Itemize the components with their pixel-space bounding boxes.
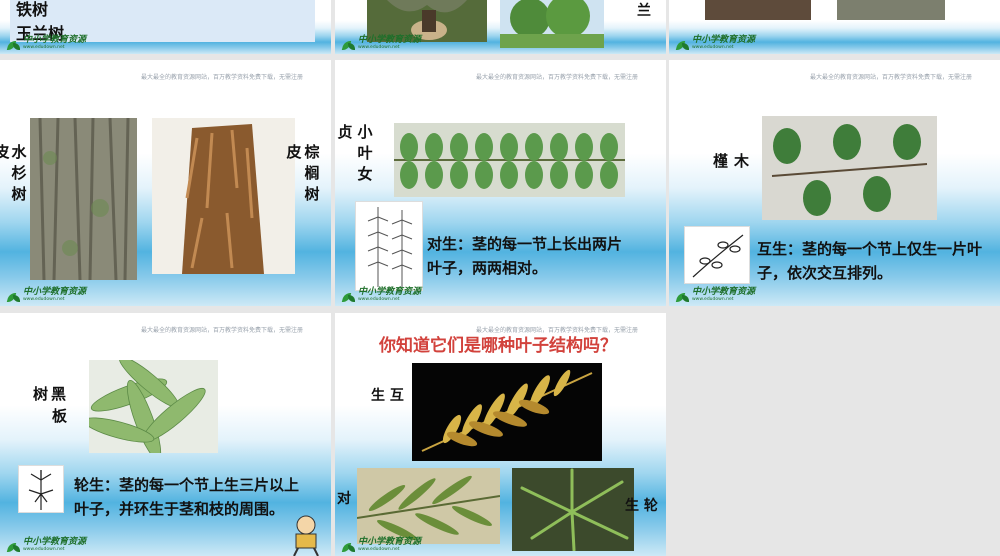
- partial-label-left: 贞: [337, 123, 353, 141]
- slide-8[interactable]: 最大最全的教育资源网站，百万教学资料免费下载，无需注册 你知道它们是哪种叶子结构…: [335, 313, 666, 556]
- metasequoia-bark-illustration: [30, 118, 137, 280]
- cartoon-boy-icon: [293, 515, 319, 556]
- alternate-branch-sketch-icon: [692, 234, 744, 278]
- fern-frond-illustration: [412, 363, 602, 461]
- site-tagline: 最大最全的教育资源网站，百万教学资料免费下载，无需注册: [140, 74, 303, 81]
- site-tagline: 最大最全的教育资源网站，百万教学资料免费下载，无需注册: [475, 74, 638, 81]
- leaf-logo-icon: [677, 291, 689, 302]
- whorled-leaves-illustration: [89, 360, 218, 453]
- metasequoia-label: 水杉树: [11, 143, 27, 203]
- palm-trunk-photo: [152, 118, 295, 274]
- whorled-plant-photo: [512, 468, 634, 551]
- leaf-logo-icon: [343, 291, 355, 302]
- leaf-logo-icon: [343, 541, 355, 552]
- blackboard-tree-label-a: 树黑: [33, 385, 70, 403]
- whorled-branch-sketch-icon: [28, 470, 54, 510]
- metasequoia-bark-photo: [30, 118, 137, 280]
- site-logo: 中小学教育资源 www.edudown.net: [8, 287, 86, 302]
- tree-list-item-1: 铁树: [16, 0, 49, 19]
- fern-leaf-photo: [412, 363, 602, 461]
- alternate-leaves-illustration: [762, 116, 937, 220]
- opposite-caption: 对生：茎的每一节上长出两片叶子，两两相对。: [427, 235, 623, 277]
- site-logo: 中小学教育资源 www.edudown.net: [343, 537, 421, 552]
- site-logo: 中小学教育资源 www.edudown.net: [8, 35, 86, 50]
- site-logo: 中小学教育资源 www.edudown.net: [8, 537, 86, 552]
- site-logo: 中小学教育资源 www.edudown.net: [343, 287, 421, 302]
- palm-trunk-illustration: [152, 118, 295, 274]
- alternate-caption: 互生：茎的每一个节上仅生一片叶子，依次交互排列。: [757, 240, 983, 282]
- site-logo: 中小学教育资源 www.edudown.net: [677, 35, 755, 50]
- partial-label: 兰: [637, 3, 651, 19]
- bark-photo-a: [705, 0, 811, 20]
- slide-5[interactable]: 最大最全的教育资源网站，百万教学资料免费下载，无需注册 贞 小叶女 对生：茎的每…: [335, 60, 666, 306]
- hibiscus-label: 槿木: [713, 152, 756, 170]
- leaf-logo-icon: [677, 39, 689, 50]
- fern-sketch-icon: [367, 207, 413, 287]
- site-tagline: 最大最全的教育资源网站，百万教学资料免费下载，无需注册: [809, 74, 972, 81]
- hibiscus-leaves-photo: [762, 116, 937, 220]
- site-logo: 中小学教育资源 www.edudown.net: [677, 287, 755, 302]
- bamboo-leaf-photo: [357, 468, 500, 544]
- cartoon-student-illustration: [284, 513, 328, 556]
- slide-1[interactable]: 铁树 玉兰树 中小学教育资源 www.edudown.net: [0, 0, 331, 54]
- alternate-leaf-sketch: [684, 226, 750, 284]
- slide-6[interactable]: 最大最全的教育资源网站，百万教学资料免费下载，无需注册 槿木 互生：茎的每一个节…: [669, 60, 1000, 306]
- partial-label-left: 皮: [0, 143, 10, 161]
- opposite-leaf-sketch: [355, 201, 423, 291]
- magnolia-tree-photo: [500, 0, 604, 48]
- slide-2[interactable]: 兰 中小学教育资源 www.edudown.net: [335, 0, 666, 54]
- whorled-plant-illustration: [512, 468, 634, 551]
- slide-7[interactable]: 最大最全的教育资源网站，百万教学资料免费下载，无需注册 树黑 板 轮生：茎的每一…: [0, 313, 331, 556]
- privet-leaves-photo: [394, 123, 625, 197]
- whorled-answer-label: 生 轮: [625, 498, 658, 514]
- whorled-leaf-sketch: [18, 465, 64, 513]
- whorled-caption: 轮生：茎的每一个节上生三片以上叶子，并环生于茎和枝的周围。: [74, 476, 300, 518]
- opposite-leaves-illustration: [394, 123, 625, 197]
- opposite-answer-label: 对: [337, 491, 351, 507]
- slide-3[interactable]: 中小学教育资源 www.edudown.net: [669, 0, 1000, 54]
- palm-label: 棕榈树: [304, 143, 320, 203]
- privet-label: 小叶女: [357, 123, 373, 183]
- leaf-logo-icon: [8, 541, 20, 552]
- linear-leaves-illustration: [357, 468, 500, 544]
- bark-photo-b: [837, 0, 945, 20]
- blackboard-tree-label-b: 板: [52, 407, 68, 425]
- leaf-logo-icon: [8, 291, 20, 302]
- quiz-question-title: 你知道它们是哪种叶子结构吗？: [379, 336, 617, 356]
- slide-4[interactable]: 最大最全的教育资源网站，百万教学资料免费下载，无需注册 皮 水杉树 皮 棕榈树 …: [0, 60, 331, 306]
- partial-label-right: 皮: [286, 143, 302, 161]
- site-tagline: 最大最全的教育资源网站，百万教学资料免费下载，无需注册: [140, 327, 303, 334]
- magnolia-tree-illustration: [500, 0, 604, 48]
- alternate-answer-label: 生 互: [371, 388, 404, 404]
- blackboard-tree-photo: [89, 360, 218, 453]
- site-logo: 中小学教育资源 www.edudown.net: [343, 35, 421, 50]
- leaf-logo-icon: [8, 39, 20, 50]
- leaf-logo-icon: [343, 39, 355, 50]
